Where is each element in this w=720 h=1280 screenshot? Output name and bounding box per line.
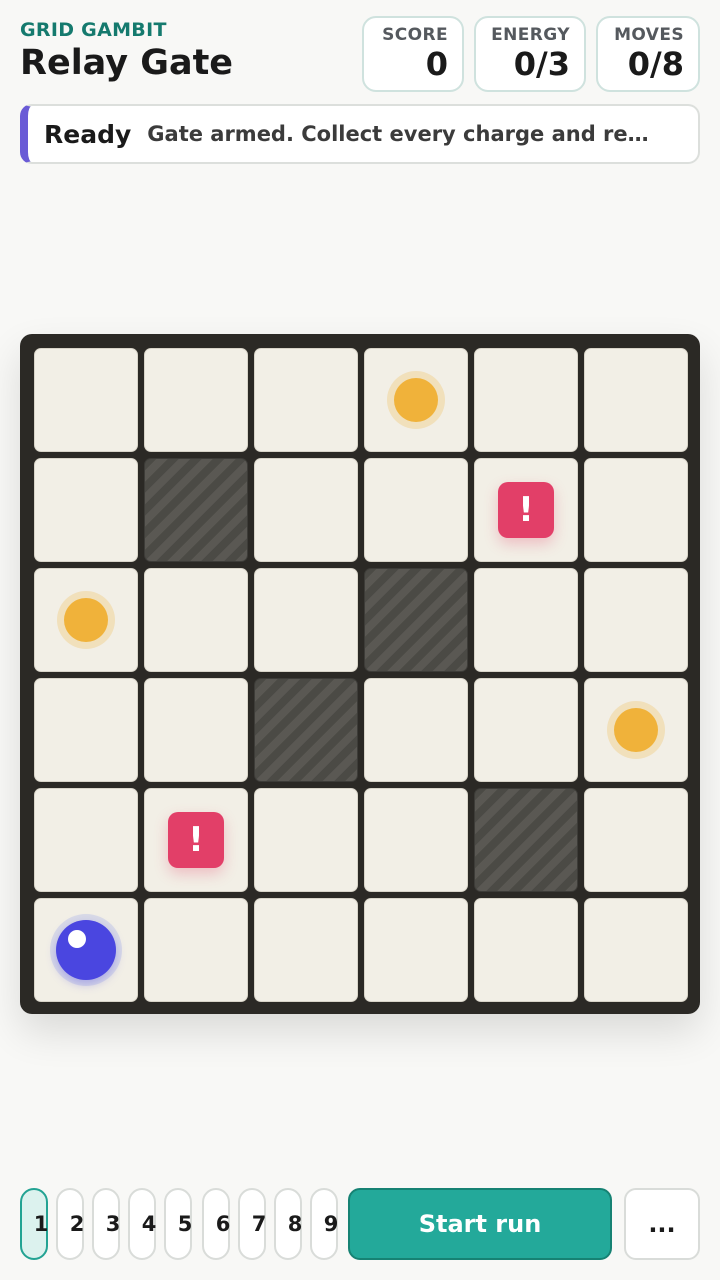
level-button-2[interactable]: 2 [56,1188,84,1260]
board-cell[interactable] [584,898,688,1002]
status-bar: Ready Gate armed. Collect every charge a… [20,104,700,164]
player-highlight [68,930,86,948]
board-cell[interactable] [34,568,138,672]
level-button-6[interactable]: 6 [202,1188,230,1260]
board-cell[interactable] [474,898,578,1002]
score-label: SCORE [382,25,448,45]
board-cell[interactable] [584,348,688,452]
level-button-7[interactable]: 7 [238,1188,266,1260]
hazard-icon: ! [168,812,224,868]
energy-label: ENERGY [491,25,570,45]
player-orb-icon [56,920,116,980]
status-label: Ready [44,119,132,149]
board-cell[interactable] [364,898,468,1002]
level-title: Relay Gate [20,43,234,83]
level-button-8[interactable]: 8 [274,1188,302,1260]
brand-name: GRID GAMBIT [20,19,167,41]
level-button-4[interactable]: 4 [128,1188,156,1260]
status-message: Gate armed. Collect every charge and re… [147,122,649,146]
board-cell[interactable] [254,568,358,672]
wall-cell [364,568,468,672]
score-stat: SCORE 0 [362,16,464,92]
moves-value: 0/8 [627,45,684,83]
charge-icon [387,371,445,429]
energy-stat: ENERGY 0/3 [474,16,586,92]
board-cell[interactable]: ! [474,458,578,562]
board-cell[interactable] [34,898,138,1002]
board-cell[interactable] [584,788,688,892]
board-cell[interactable] [34,458,138,562]
game-screen: GRID GAMBIT Relay Gate SCORE 0 ENERGY 0/… [0,0,720,1280]
moves-stat: MOVES 0/8 [596,16,700,92]
charge-icon [607,701,665,759]
level-button-3[interactable]: 3 [92,1188,120,1260]
brand-header: GRID GAMBIT Relay Gate [20,18,233,84]
moves-label: MOVES [614,25,684,45]
wall-cell [474,788,578,892]
player-token[interactable] [50,914,122,986]
charge-icon [57,591,115,649]
board-cell[interactable] [364,678,468,782]
board-cell[interactable] [474,348,578,452]
board-cell[interactable] [144,568,248,672]
board-cell[interactable] [584,678,688,782]
board-cell[interactable] [144,678,248,782]
board-cell[interactable] [584,458,688,562]
game-board: !! [20,334,700,1014]
wall-cell [254,678,358,782]
board-cell[interactable] [254,458,358,562]
board-cell[interactable] [144,898,248,1002]
board-cell[interactable] [34,348,138,452]
board-cell[interactable] [34,788,138,892]
board-cell[interactable] [254,348,358,452]
board-cell[interactable] [584,568,688,672]
hazard-icon: ! [498,482,554,538]
level-button-1[interactable]: 1 [20,1188,48,1260]
score-value: 0 [425,45,448,83]
board-cell[interactable] [364,348,468,452]
board-cell[interactable]: ! [144,788,248,892]
wall-cell [144,458,248,562]
more-button[interactable]: ... [624,1188,700,1260]
level-button-5[interactable]: 5 [164,1188,192,1260]
board-cell[interactable] [364,788,468,892]
board-cell[interactable] [474,568,578,672]
board-cell[interactable] [254,788,358,892]
board-cell[interactable] [254,898,358,1002]
start-run-button[interactable]: Start run [348,1188,612,1260]
energy-value: 0/3 [513,45,570,83]
level-button-9[interactable]: 9 [310,1188,338,1260]
board-cell[interactable] [364,458,468,562]
board-cell[interactable] [34,678,138,782]
board-cell[interactable] [474,678,578,782]
board-cell[interactable] [144,348,248,452]
